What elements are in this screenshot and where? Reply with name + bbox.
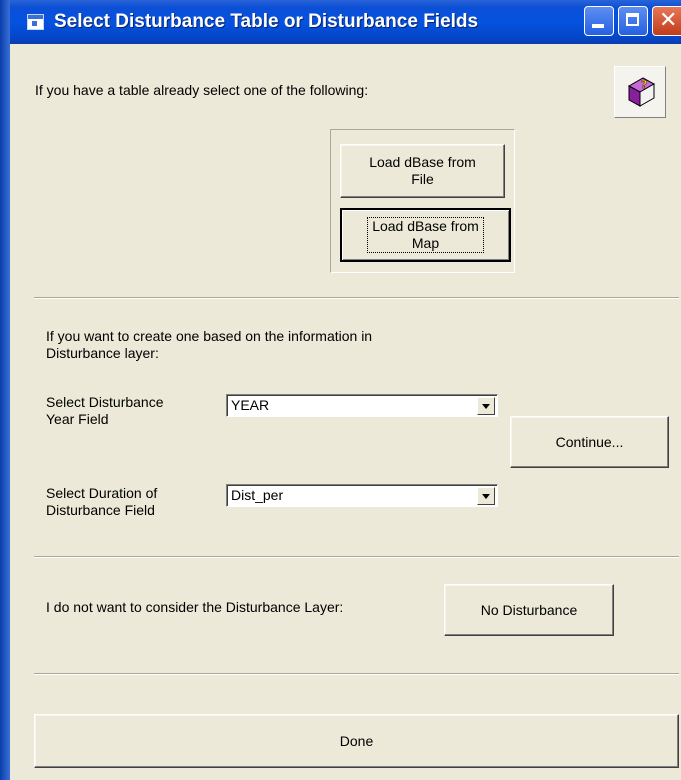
close-icon: ✕ bbox=[659, 8, 678, 33]
maximize-icon bbox=[626, 13, 639, 26]
create-prompt-line2: Disturbance layer: bbox=[46, 345, 159, 361]
load-map-label-line2: Map bbox=[411, 235, 440, 251]
minimize-button[interactable] bbox=[584, 6, 614, 36]
no-disturbance-label: No Disturbance bbox=[480, 601, 578, 618]
no-disturbance-button[interactable]: No Disturbance bbox=[444, 584, 614, 636]
continue-label: Continue... bbox=[555, 433, 624, 450]
help-book-icon: ? bbox=[627, 77, 656, 107]
done-button[interactable]: Done bbox=[34, 714, 679, 768]
desktop-edge bbox=[0, 0, 10, 780]
help-button[interactable]: ? bbox=[614, 66, 666, 118]
window-title: Select Disturbance Table or Disturbance … bbox=[54, 11, 479, 32]
duration-field-select[interactable]: Dist_per bbox=[226, 484, 498, 507]
no-disturbance-prompt: I do not want to consider the Disturbanc… bbox=[46, 599, 344, 615]
minimize-icon bbox=[592, 24, 604, 28]
title-bar[interactable]: Select Disturbance Table or Disturbance … bbox=[10, 0, 681, 44]
separator-3 bbox=[34, 673, 679, 675]
chevron-down-icon[interactable] bbox=[477, 487, 495, 505]
window-system-icon[interactable] bbox=[27, 14, 44, 30]
load-dbase-map-button[interactable]: Load dBase from Map bbox=[340, 208, 511, 262]
year-field-label-line1: Select Disturbance bbox=[46, 394, 164, 410]
duration-field-label-line2: Disturbance Field bbox=[46, 502, 155, 518]
year-field-label-line2: Year Field bbox=[46, 411, 109, 427]
duration-field-label-line1: Select Duration of bbox=[46, 485, 158, 501]
create-prompt-line1: If you want to create one based on the i… bbox=[46, 328, 373, 344]
separator-2 bbox=[34, 556, 679, 558]
done-label: Done bbox=[339, 732, 374, 749]
load-map-label-line1: Load dBase from bbox=[372, 218, 479, 234]
close-button[interactable]: ✕ bbox=[652, 6, 681, 36]
year-field-select[interactable]: YEAR bbox=[226, 394, 498, 417]
load-file-label-line2: File bbox=[411, 171, 434, 187]
load-file-label-line1: Load dBase from bbox=[369, 154, 476, 170]
focus-rect: Load dBase from Map bbox=[367, 217, 484, 253]
svg-text:?: ? bbox=[641, 78, 647, 91]
duration-field-value: Dist_per bbox=[231, 487, 284, 503]
table-prompt: If you have a table already select one o… bbox=[35, 82, 369, 98]
year-field-value: YEAR bbox=[231, 397, 270, 413]
separator-1 bbox=[34, 297, 679, 299]
maximize-button[interactable] bbox=[618, 6, 648, 36]
load-dbase-file-button[interactable]: Load dBase from File bbox=[340, 144, 505, 198]
chevron-down-icon[interactable] bbox=[477, 397, 495, 415]
continue-button[interactable]: Continue... bbox=[510, 416, 669, 468]
